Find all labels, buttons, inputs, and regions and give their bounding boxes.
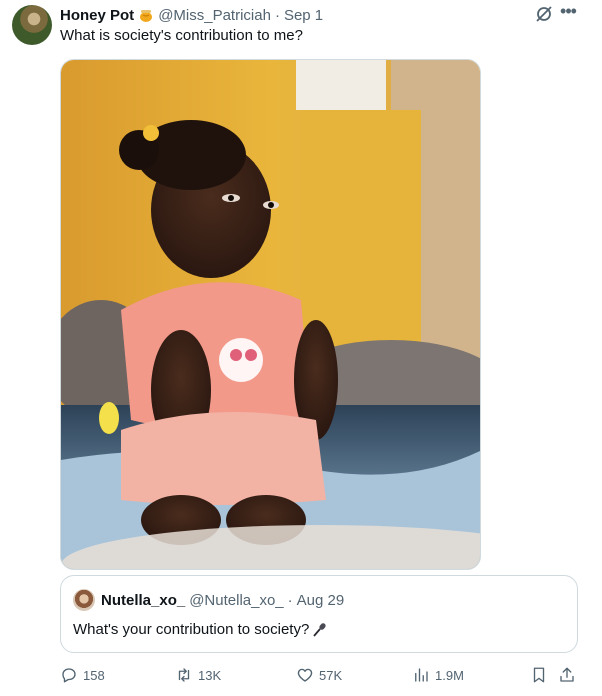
tweet-header: Honey Pot @Miss_Patriciah · Sep 1	[60, 5, 323, 25]
retweet-button[interactable]: 13K	[175, 664, 221, 686]
microphone-emoji-icon	[313, 622, 326, 637]
honey-pot-emoji-icon	[140, 10, 153, 22]
tweet-actions-bar: 158 13K 57K 1.9M	[60, 664, 580, 686]
views-button[interactable]: 1.9M	[412, 664, 464, 686]
more-options-icon[interactable]: •••	[558, 2, 578, 24]
quoted-tweet-text: What's your contribution to society?	[73, 621, 310, 638]
bookmark-icon	[533, 667, 545, 683]
like-count: 57K	[319, 667, 343, 683]
views-count: 1.9M	[435, 667, 464, 683]
quoted-tweet-header: Nutella_xo_ @Nutella_xo_ · Aug 29	[101, 590, 344, 610]
header-separator: ·	[274, 6, 280, 24]
author-handle[interactable]: @Miss_Patriciah	[158, 7, 271, 24]
author-avatar[interactable]	[12, 5, 52, 45]
quoted-author-display-name: Nutella_xo_	[101, 591, 186, 609]
bookmark-button[interactable]	[530, 664, 548, 686]
photo-image	[61, 60, 480, 569]
quoted-author-avatar	[73, 589, 95, 611]
share-icon	[560, 667, 574, 682]
share-button[interactable]	[558, 664, 576, 686]
quoted-tweet-text-row: What's your contribution to society?	[73, 621, 327, 638]
retweet-count: 13K	[198, 667, 222, 683]
reply-button[interactable]: 158	[60, 664, 105, 686]
reply-count: 158	[83, 667, 105, 683]
tweet-timestamp[interactable]: Sep 1	[284, 7, 323, 24]
quoted-author-handle: @Nutella_xo_	[189, 591, 284, 609]
author-display-name[interactable]: Honey Pot	[60, 7, 134, 24]
tweet-media-photo[interactable]	[60, 59, 481, 570]
reply-icon	[62, 668, 76, 683]
tweet-text: What is society's contribution to me?	[60, 27, 303, 44]
tweet: Honey Pot @Miss_Patriciah · Sep 1 ••• Wh…	[0, 0, 602, 696]
views-chart-icon	[415, 668, 428, 682]
grok-icon[interactable]	[534, 4, 554, 24]
retweet-icon	[178, 668, 190, 682]
quoted-tweet[interactable]: Nutella_xo_ @Nutella_xo_ · Aug 29 What's…	[60, 575, 578, 653]
quoted-tweet-timestamp: Aug 29	[296, 591, 345, 609]
heart-icon	[297, 668, 313, 682]
like-button[interactable]: 57K	[296, 664, 342, 686]
quoted-header-separator: ·	[287, 591, 293, 609]
